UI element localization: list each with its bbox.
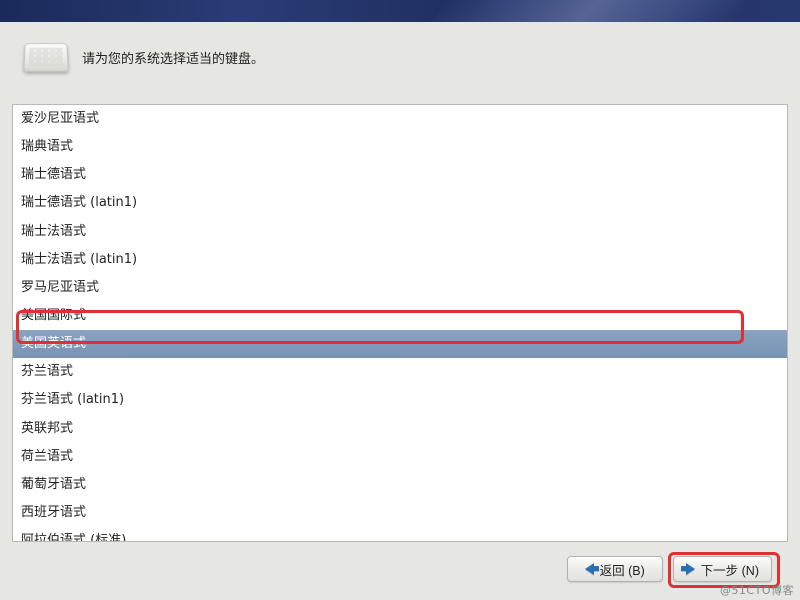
- installer-topbar: [0, 0, 800, 22]
- next-button[interactable]: 下一步 (N): [673, 556, 772, 582]
- list-item[interactable]: 葡萄牙语式: [13, 471, 787, 499]
- list-item[interactable]: 瑞士德语式 (latin1): [13, 189, 787, 217]
- list-item[interactable]: 爱沙尼亚语式: [13, 105, 787, 133]
- back-label: 返回 (B): [600, 560, 645, 579]
- next-label: 下一步 (N): [701, 560, 759, 579]
- list-item[interactable]: 美国国际式: [13, 302, 787, 330]
- list-item[interactable]: 芬兰语式 (latin1): [13, 386, 787, 414]
- list-item[interactable]: 瑞典语式: [13, 133, 787, 161]
- list-item[interactable]: 西班牙语式: [13, 499, 787, 527]
- header: 请为您的系统选择适当的键盘。: [0, 22, 800, 82]
- list-item[interactable]: 瑞士法语式: [13, 218, 787, 246]
- list-item[interactable]: 瑞士法语式 (latin1): [13, 246, 787, 274]
- list-item[interactable]: 罗马尼亚语式: [13, 274, 787, 302]
- arrow-left-icon: [585, 563, 594, 575]
- keyboard-list[interactable]: 爱沙尼亚语式瑞典语式瑞士德语式瑞士德语式 (latin1)瑞士法语式瑞士法语式 …: [13, 105, 787, 541]
- list-item[interactable]: 荷兰语式: [13, 443, 787, 471]
- footer-buttons: 返回 (B) 下一步 (N): [0, 542, 800, 600]
- list-item[interactable]: 英联邦式: [13, 415, 787, 443]
- header-prompt: 请为您的系统选择适当的键盘。: [82, 48, 264, 67]
- back-button[interactable]: 返回 (B): [567, 556, 663, 582]
- list-item[interactable]: 阿拉伯语式 (标准): [13, 527, 787, 541]
- arrow-right-icon: [686, 563, 695, 575]
- list-item[interactable]: 芬兰语式: [13, 358, 787, 386]
- keyboard-icon: [23, 43, 69, 72]
- list-item[interactable]: 瑞士德语式: [13, 161, 787, 189]
- list-item[interactable]: 美国英语式: [13, 330, 787, 358]
- keyboard-list-frame: 爱沙尼亚语式瑞典语式瑞士德语式瑞士德语式 (latin1)瑞士法语式瑞士法语式 …: [12, 104, 788, 542]
